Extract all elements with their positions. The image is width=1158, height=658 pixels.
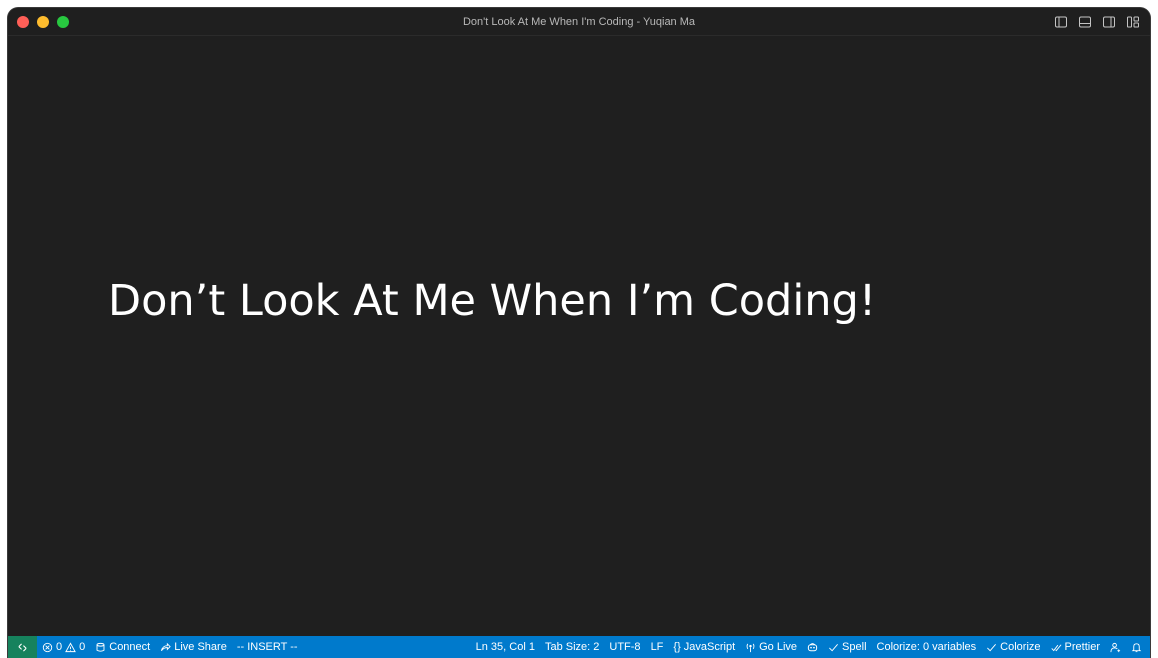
go-live-label: Go Live bbox=[759, 641, 798, 653]
live-share-icon bbox=[161, 642, 171, 651]
remote-button[interactable] bbox=[8, 636, 37, 658]
colorize-button[interactable]: Colorize bbox=[981, 636, 1045, 658]
connect-button[interactable]: Connect bbox=[90, 636, 155, 658]
error-icon bbox=[42, 642, 53, 652]
go-live-button[interactable]: Go Live bbox=[740, 636, 802, 658]
status-bar-left: 0 0 Connect Live Share -- INSERT -- bbox=[37, 636, 303, 658]
colorize-variables-label: Colorize: 0 variables bbox=[876, 641, 977, 653]
warning-icon bbox=[65, 641, 76, 652]
check-icon bbox=[987, 643, 997, 651]
slide-heading: Don’t Look At Me When I’m Coding! bbox=[108, 276, 877, 326]
vim-mode-label: -- INSERT -- bbox=[236, 641, 298, 653]
language-label: JavaScript bbox=[683, 641, 736, 653]
toggle-primary-sidebar-icon[interactable] bbox=[1054, 15, 1068, 29]
eol-selector[interactable]: LF bbox=[646, 636, 669, 658]
spell-check-button[interactable]: Spell bbox=[823, 636, 871, 658]
layout-controls bbox=[1054, 15, 1140, 29]
prettier-button[interactable]: Prettier bbox=[1046, 636, 1105, 658]
double-check-icon bbox=[1050, 643, 1061, 651]
error-count: 0 bbox=[56, 641, 63, 653]
title-bar: Don't Look At Me When I'm Coding - Yuqia… bbox=[8, 8, 1150, 36]
warning-count: 0 bbox=[79, 641, 86, 653]
editor-area: Don’t Look At Me When I’m Coding! bbox=[8, 36, 1150, 636]
tab-size-selector[interactable]: Tab Size: 2 bbox=[540, 636, 604, 658]
encoding-selector[interactable]: UTF-8 bbox=[604, 636, 645, 658]
copilot-button[interactable] bbox=[802, 636, 823, 658]
problems-indicator[interactable]: 0 0 bbox=[37, 636, 90, 658]
live-share-button[interactable]: Live Share bbox=[155, 636, 232, 658]
bell-icon bbox=[1131, 642, 1142, 652]
toggle-panel-icon[interactable] bbox=[1078, 15, 1092, 29]
window-title: Don't Look At Me When I'm Coding - Yuqia… bbox=[462, 16, 696, 28]
database-icon bbox=[96, 642, 105, 652]
cursor-position[interactable]: Ln 35, Col 1 bbox=[471, 636, 540, 658]
toggle-secondary-sidebar-icon[interactable] bbox=[1102, 15, 1116, 29]
status-bar-right: Ln 35, Col 1 Tab Size: 2 UTF-8 LF {} Jav… bbox=[471, 636, 1150, 658]
colorize-label: Colorize bbox=[1000, 641, 1041, 653]
remote-icon bbox=[18, 642, 27, 652]
connect-label: Connect bbox=[109, 641, 151, 653]
braces-icon: {} bbox=[673, 640, 681, 653]
copilot-icon bbox=[807, 642, 818, 651]
check-icon bbox=[829, 643, 839, 651]
prettier-label: Prettier bbox=[1064, 641, 1100, 653]
app-window: Don't Look At Me When I'm Coding - Yuqia… bbox=[8, 8, 1150, 658]
tab-size-label: Tab Size: 2 bbox=[544, 641, 600, 653]
spell-label: Spell bbox=[842, 641, 867, 653]
customize-layout-icon[interactable] bbox=[1126, 15, 1140, 29]
encoding-label: UTF-8 bbox=[609, 641, 641, 653]
live-share-label: Live Share bbox=[174, 641, 227, 653]
person-feedback-icon bbox=[1110, 642, 1121, 652]
cursor-position-label: Ln 35, Col 1 bbox=[475, 641, 535, 653]
colorize-variables-indicator[interactable]: Colorize: 0 variables bbox=[872, 636, 982, 658]
broadcast-icon bbox=[746, 643, 755, 652]
language-mode-selector[interactable]: {} JavaScript bbox=[668, 636, 740, 658]
notifications-button[interactable] bbox=[1126, 636, 1150, 658]
eol-label: LF bbox=[650, 641, 664, 653]
accounts-feedback-button[interactable] bbox=[1105, 636, 1126, 658]
status-bar: 0 0 Connect Live Share -- INSERT -- Ln 3… bbox=[8, 636, 1150, 658]
vim-mode-indicator[interactable]: -- INSERT -- bbox=[232, 636, 303, 658]
